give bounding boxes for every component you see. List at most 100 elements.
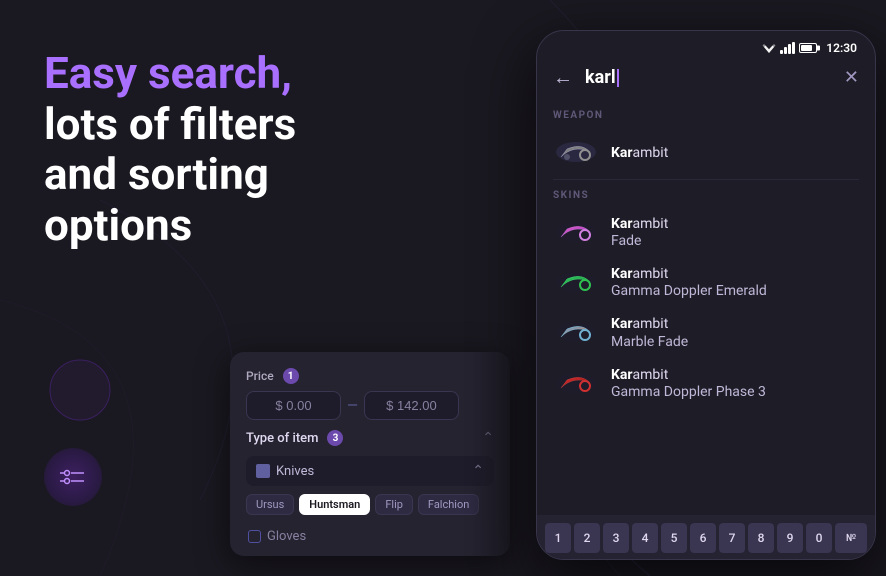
key-8[interactable]: 8 bbox=[748, 523, 774, 553]
wifi-icon bbox=[762, 42, 776, 54]
list-item[interactable]: Karambit Gamma Doppler Emerald bbox=[537, 257, 875, 307]
key-2[interactable]: 2 bbox=[574, 523, 600, 553]
phase3-name-highlight: Kar bbox=[611, 367, 633, 383]
marble-subname: Marble Fade bbox=[611, 334, 859, 350]
gloves-checkbox[interactable] bbox=[248, 530, 261, 543]
list-item[interactable]: Karambit Fade bbox=[537, 207, 875, 257]
key-3[interactable]: 3 bbox=[603, 523, 629, 553]
headline-line3: and sorting bbox=[44, 148, 269, 200]
marble-name-highlight: Kar bbox=[611, 316, 633, 332]
search-text: karl bbox=[585, 67, 616, 88]
filter-type-row[interactable]: Type of item 3 ⌃ bbox=[246, 430, 494, 446]
price-badge: 1 bbox=[283, 368, 299, 384]
fade-subname: Fade bbox=[611, 233, 859, 249]
headline: Easy search, lots of filters and sorting… bbox=[44, 48, 450, 250]
weapon-name-highlight: Kar bbox=[611, 145, 633, 161]
key-4[interactable]: 4 bbox=[632, 523, 658, 553]
weapon-name-normal: ambit bbox=[633, 145, 669, 161]
key-1[interactable]: 1 bbox=[545, 523, 571, 553]
emerald-svg bbox=[553, 265, 599, 299]
price-max-input[interactable] bbox=[364, 391, 459, 420]
phase3-image bbox=[553, 366, 599, 400]
filter-type-label: Type of item bbox=[246, 431, 318, 446]
fade-name: Karambit bbox=[611, 215, 859, 233]
price-separator: — bbox=[347, 398, 358, 414]
list-item[interactable]: Karambit Gamma Doppler Phase 3 bbox=[537, 358, 875, 408]
headline-line4: options bbox=[44, 199, 192, 251]
status-icons bbox=[762, 42, 817, 54]
phase3-text: Karambit Gamma Doppler Phase 3 bbox=[611, 366, 859, 400]
battery-icon bbox=[799, 43, 817, 53]
knives-label: Knives bbox=[256, 464, 314, 479]
headline-line2: lots of filters bbox=[44, 98, 296, 150]
phase3-name-normal: ambit bbox=[633, 367, 669, 383]
fade-svg bbox=[553, 215, 599, 249]
section-skins-label: SKINS bbox=[537, 182, 875, 207]
chevron-up-icon: ⌃ bbox=[482, 430, 494, 446]
list-item[interactable]: Karambit bbox=[537, 127, 875, 177]
search-cursor bbox=[617, 69, 619, 87]
marble-image bbox=[553, 315, 599, 349]
key-0[interactable]: 0 bbox=[806, 523, 832, 553]
marble-name: Karambit bbox=[611, 315, 859, 333]
emerald-name-normal: ambit bbox=[633, 266, 669, 282]
status-bar: 12:30 bbox=[537, 31, 875, 59]
tag-falchion[interactable]: Falchion bbox=[418, 494, 479, 515]
fade-name-highlight: Kar bbox=[611, 216, 633, 232]
karambit-weapon-svg bbox=[553, 135, 599, 169]
emerald-image bbox=[553, 265, 599, 299]
filter-icon-circle bbox=[44, 448, 102, 506]
key-6[interactable]: 6 bbox=[690, 523, 716, 553]
phone-frame: 12:30 ← karl ✕ WEAPON bbox=[536, 30, 876, 560]
back-arrow-icon[interactable]: ← bbox=[553, 65, 573, 90]
knives-icon bbox=[256, 464, 270, 478]
phone-container: 12:30 ← karl ✕ WEAPON bbox=[536, 30, 876, 560]
fade-name-normal: ambit bbox=[633, 216, 669, 232]
price-inputs: — bbox=[246, 391, 494, 420]
divider bbox=[553, 179, 859, 180]
filter-type-badge: 3 bbox=[327, 430, 343, 446]
marble-name-normal: ambit bbox=[633, 316, 669, 332]
weapon-image bbox=[553, 135, 599, 169]
emerald-text: Karambit Gamma Doppler Emerald bbox=[611, 265, 859, 299]
marble-text: Karambit Marble Fade bbox=[611, 315, 859, 349]
key-9[interactable]: 9 bbox=[777, 523, 803, 553]
fade-text: Karambit Fade bbox=[611, 215, 859, 249]
key-7[interactable]: 7 bbox=[719, 523, 745, 553]
key-nr[interactable]: № bbox=[835, 523, 867, 553]
close-icon[interactable]: ✕ bbox=[844, 67, 859, 88]
gloves-row[interactable]: Gloves bbox=[246, 523, 494, 544]
tag-flip[interactable]: Flip bbox=[375, 494, 413, 515]
filter-icon bbox=[60, 467, 86, 487]
knives-chevron-icon: ⌃ bbox=[472, 463, 484, 479]
search-highlight: karl bbox=[585, 67, 616, 88]
list-item[interactable]: Karambit Marble Fade bbox=[537, 307, 875, 357]
keyboard-row: 1 2 3 4 5 6 7 8 9 0 № bbox=[537, 515, 875, 559]
gloves-label: Gloves bbox=[267, 529, 306, 544]
knives-row: Knives ⌃ bbox=[246, 456, 494, 486]
filter-card: Price 1 — Type of item 3 ⌃ Knives ⌃ Ursu… bbox=[230, 352, 510, 556]
emerald-subname: Gamma Doppler Emerald bbox=[611, 283, 859, 299]
search-bar: ← karl ✕ bbox=[537, 59, 875, 102]
status-time: 12:30 bbox=[826, 41, 857, 55]
signal-icon bbox=[780, 42, 795, 54]
weapon-name: Karambit bbox=[611, 145, 668, 161]
phase3-subname: Gamma Doppler Phase 3 bbox=[611, 384, 859, 400]
tag-ursus[interactable]: Ursus bbox=[246, 494, 294, 515]
weapon-text: Karambit bbox=[611, 142, 859, 162]
price-min-input[interactable] bbox=[246, 391, 341, 420]
emerald-name-highlight: Kar bbox=[611, 266, 633, 282]
key-5[interactable]: 5 bbox=[661, 523, 687, 553]
fade-image bbox=[553, 215, 599, 249]
phase3-svg bbox=[553, 366, 599, 400]
scroll-area[interactable]: WEAPON Karambit SKIN bbox=[537, 102, 875, 515]
search-input-area[interactable]: karl bbox=[585, 67, 832, 88]
knives-text: Knives bbox=[276, 464, 314, 479]
tag-huntsman[interactable]: Huntsman bbox=[299, 494, 370, 515]
price-label: Price bbox=[246, 369, 274, 383]
phase3-name: Karambit bbox=[611, 366, 859, 384]
emerald-name: Karambit bbox=[611, 265, 859, 283]
knife-tags: Ursus Huntsman Flip Falchion bbox=[246, 494, 494, 515]
headline-highlight: Easy search, bbox=[44, 47, 292, 99]
marble-svg bbox=[553, 315, 599, 349]
